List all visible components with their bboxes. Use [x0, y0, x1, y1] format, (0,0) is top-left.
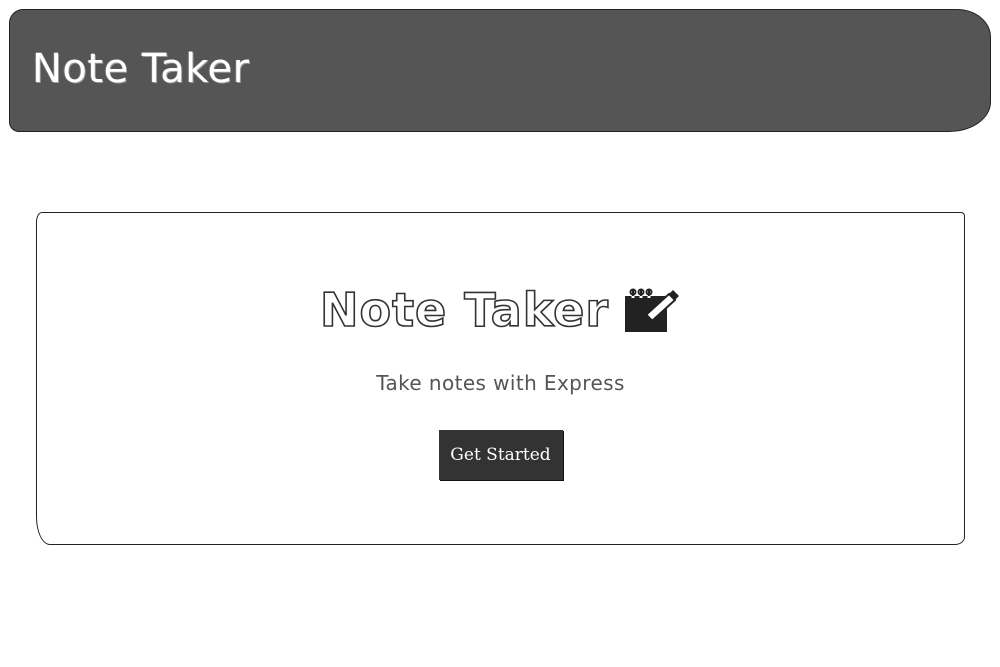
note-edit-icon: [623, 288, 681, 334]
hero-tagline: Take notes with Express: [376, 371, 625, 395]
get-started-wrapper: Get Started: [37, 430, 964, 480]
navbar: Note Taker: [9, 9, 991, 132]
hero-title: Note Taker: [319, 282, 610, 338]
get-started-button[interactable]: Get Started: [438, 430, 563, 480]
hero-jumbotron: Note Taker Take notes with Express Get S…: [36, 212, 965, 545]
navbar-brand-link[interactable]: Note Taker: [32, 45, 250, 93]
hero-heading-row: Note Taker: [37, 282, 964, 338]
